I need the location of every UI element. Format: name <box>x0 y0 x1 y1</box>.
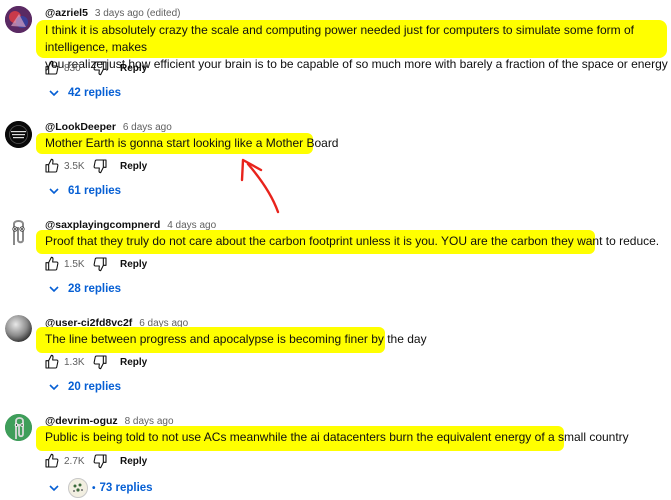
separator-dot: • <box>92 482 96 494</box>
reply-button[interactable]: Reply <box>120 161 147 172</box>
thumbs-up-icon[interactable] <box>44 158 60 174</box>
replies-count: 61 replies <box>68 185 122 197</box>
comment-actions: 3.5K Reply <box>44 157 147 175</box>
comment-actions: 830 Reply <box>44 59 147 77</box>
view-replies-button[interactable]: 20 replies <box>48 381 121 393</box>
chevron-down-icon <box>49 188 59 195</box>
like-count: 830 <box>64 62 81 74</box>
comment-meta: @azriel5 3 days ago (edited) <box>45 7 180 19</box>
chevron-down-icon <box>49 384 59 391</box>
replies-count: 28 replies <box>68 283 122 295</box>
chevron-down-icon <box>49 485 59 492</box>
thumbs-down-icon[interactable] <box>92 453 108 469</box>
view-replies-button[interactable]: 61 replies <box>48 185 121 197</box>
comment-actions: 1.3K Reply <box>44 353 147 371</box>
replies-count: 42 replies <box>68 87 122 99</box>
reply-button[interactable]: Reply <box>120 259 147 270</box>
thumbs-up-icon[interactable] <box>44 60 60 76</box>
view-replies-button[interactable]: • 73 replies <box>48 478 153 498</box>
thumbs-down-icon[interactable] <box>92 60 108 76</box>
comment-text-line: Proof that they truly do not care about … <box>45 234 660 248</box>
thumbs-down-icon[interactable] <box>92 158 108 174</box>
view-replies-button[interactable]: 42 replies <box>48 87 121 99</box>
reply-button[interactable]: Reply <box>120 357 147 368</box>
comment-text-line: The line between progress and apocalypse… <box>45 332 427 346</box>
view-replies-button[interactable]: 28 replies <box>48 283 121 295</box>
thumbs-up-icon[interactable] <box>44 256 60 272</box>
avatar-saxplayingcompnerd[interactable] <box>5 218 32 245</box>
reply-button[interactable]: Reply <box>120 63 147 74</box>
comment-text: Public is being told to not use ACs mean… <box>45 429 629 446</box>
chevron-down-icon <box>49 90 59 97</box>
username[interactable]: @LookDeeper <box>45 121 116 133</box>
paperclip-icon <box>12 220 25 245</box>
comment-text-line: Public is being told to not use ACs mean… <box>45 430 629 444</box>
reply-button[interactable]: Reply <box>120 456 147 467</box>
creator-reply-avatar <box>68 478 88 498</box>
timestamp[interactable]: 6 days ago <box>123 122 172 133</box>
like-count: 1.5K <box>64 258 85 270</box>
comment-actions: 1.5K Reply <box>44 255 147 273</box>
like-count: 1.3K <box>64 356 85 368</box>
comment-actions: 2.7K Reply <box>44 452 147 470</box>
comment-text: Proof that they truly do not care about … <box>45 233 659 250</box>
avatar-user-ci2fd8vc2f[interactable] <box>5 315 32 342</box>
comment-text-line: I think it is absolutely crazy the scale… <box>45 23 634 54</box>
comment-meta: @LookDeeper 6 days ago <box>45 121 172 133</box>
thumbs-up-icon[interactable] <box>44 354 60 370</box>
thumbs-up-icon[interactable] <box>44 453 60 469</box>
like-count: 2.7K <box>64 455 85 467</box>
replies-count: 73 replies <box>99 482 153 494</box>
username[interactable]: @azriel5 <box>45 7 88 19</box>
comment-text: The line between progress and apocalypse… <box>45 331 427 348</box>
red-arrow-annotation <box>240 158 280 214</box>
thumbs-down-icon[interactable] <box>92 354 108 370</box>
avatar-devrim-oguz[interactable] <box>5 414 32 441</box>
like-count: 3.5K <box>64 160 85 172</box>
replies-count: 20 replies <box>68 381 122 393</box>
timestamp[interactable]: 3 days ago (edited) <box>95 8 181 19</box>
avatar-lookdeeper[interactable] <box>5 121 32 148</box>
thumbs-down-icon[interactable] <box>92 256 108 272</box>
avatar-azriel5[interactable] <box>5 6 32 33</box>
chevron-down-icon <box>49 286 59 293</box>
